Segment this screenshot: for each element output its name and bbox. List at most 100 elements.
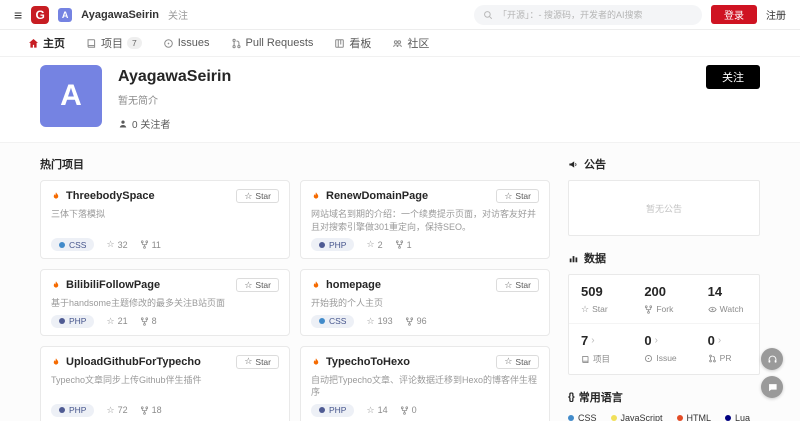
stat-prs[interactable]: 0› PR	[696, 323, 759, 374]
fork-count-value: 8	[152, 316, 157, 326]
stat-label-text: Fork	[656, 304, 673, 314]
fork-count[interactable]: 8	[140, 316, 157, 326]
register-link[interactable]: 注册	[766, 7, 786, 22]
project-name[interactable]: homepage	[326, 279, 491, 291]
tab-community[interactable]: 社区	[392, 35, 429, 51]
profile-header: A AyagawaSeirin 暂无简介 0 关注者 关注	[0, 57, 800, 142]
tab-home[interactable]: 主页	[28, 35, 65, 51]
tab-board[interactable]: 看板	[334, 35, 371, 51]
project-card[interactable]: TypechoToHexo ☆Star 自动把Typecho文章、评论数据迁移到…	[300, 346, 550, 421]
gitee-logo[interactable]: G	[31, 6, 49, 24]
search-input[interactable]	[498, 10, 693, 20]
star-button[interactable]: ☆Star	[496, 189, 539, 203]
project-name[interactable]: ThreebodySpace	[66, 190, 231, 202]
flame-icon	[51, 191, 61, 201]
language-label: PHP	[69, 316, 86, 326]
star-icon: ☆	[581, 305, 589, 314]
star-icon: ☆	[106, 240, 114, 249]
stats-title-text: 数据	[584, 250, 606, 266]
repo-icon	[86, 38, 97, 49]
language-item-label: JavaScript	[621, 413, 663, 421]
star-count[interactable]: ☆72	[106, 405, 127, 415]
support-float-button[interactable]	[761, 348, 783, 370]
project-cards-grid: ThreebodySpace ☆Star 三体下落模拟 CSS ☆32 11 R…	[40, 180, 550, 421]
tab-community-label: 社区	[407, 35, 429, 51]
fork-count[interactable]: 0	[400, 405, 417, 415]
issue-icon	[644, 354, 653, 363]
hamburger-menu-icon[interactable]: ≡	[14, 8, 22, 22]
star-count[interactable]: ☆2	[366, 240, 382, 250]
star-button[interactable]: ☆Star	[496, 355, 539, 369]
project-name[interactable]: BilibiliFollowPage	[66, 279, 231, 291]
project-card[interactable]: BilibiliFollowPage ☆Star 基于handsome主题修改的…	[40, 269, 290, 336]
star-icon: ☆	[244, 357, 252, 366]
breadcrumb-username[interactable]: AyagawaSeirin	[81, 9, 159, 21]
stat-projects[interactable]: 7› 项目	[569, 323, 632, 374]
star-icon: ☆	[106, 317, 114, 326]
login-button[interactable]: 登录	[711, 5, 757, 24]
project-description: 开始我的个人主页	[311, 297, 539, 310]
star-icon: ☆	[504, 192, 512, 201]
star-count[interactable]: ☆21	[106, 316, 127, 326]
project-description: 基于handsome主题修改的最多关注B站页面	[51, 297, 279, 310]
star-button[interactable]: ☆Star	[496, 278, 539, 292]
follow-button[interactable]: 关注	[706, 65, 760, 89]
tab-pull-requests[interactable]: Pull Requests	[231, 37, 314, 49]
fork-count-value: 18	[152, 405, 162, 415]
project-card[interactable]: homepage ☆Star 开始我的个人主页 CSS ☆193 96	[300, 269, 550, 336]
fork-count[interactable]: 96	[405, 316, 427, 326]
fork-icon	[644, 305, 653, 314]
issue-icon	[163, 38, 174, 49]
followers-count: 0 关注者	[132, 116, 170, 131]
language-item[interactable]: Lua	[725, 413, 750, 421]
star-icon: ☆	[106, 406, 114, 415]
fork-count[interactable]: 18	[140, 405, 162, 415]
project-name[interactable]: TypechoToHexo	[326, 356, 491, 368]
breadcrumb-avatar[interactable]: A	[58, 8, 72, 22]
languages-list: CSS JavaScript HTML Lua PHP	[568, 413, 760, 421]
search-icon	[483, 10, 493, 20]
topbar-follow-link[interactable]: 关注	[168, 7, 188, 22]
tab-projects[interactable]: 项目 7	[86, 35, 142, 51]
feedback-float-button[interactable]	[761, 376, 783, 398]
project-card[interactable]: ThreebodySpace ☆Star 三体下落模拟 CSS ☆32 11	[40, 180, 290, 259]
language-dot	[319, 318, 325, 324]
star-button[interactable]: ☆Star	[236, 189, 279, 203]
star-icon: ☆	[366, 240, 374, 249]
headset-icon	[767, 354, 778, 365]
avatar[interactable]: A	[40, 65, 102, 127]
project-card[interactable]: RenewDomainPage ☆Star 网站域名到期的介绍：一个续费提示页面…	[300, 180, 550, 259]
star-count[interactable]: ☆32	[106, 240, 127, 250]
tab-issues-label: Issues	[178, 37, 210, 49]
language-dot	[568, 415, 574, 421]
flame-icon	[311, 191, 321, 201]
search-box[interactable]	[474, 5, 702, 25]
stat-fork[interactable]: 200 Fork	[632, 275, 695, 323]
stat-star[interactable]: 509 ☆Star	[569, 275, 632, 323]
star-count[interactable]: ☆193	[366, 316, 392, 326]
fork-count[interactable]: 1	[395, 240, 412, 250]
language-item[interactable]: HTML	[677, 413, 712, 421]
language-item[interactable]: JavaScript	[611, 413, 663, 421]
sidebar: 公告 暂无公告 数据 509 ☆Star 200 Fork 14 Watch 7…	[568, 147, 760, 421]
language-item[interactable]: CSS	[568, 413, 597, 421]
star-button[interactable]: ☆Star	[236, 355, 279, 369]
pull-request-icon	[708, 354, 717, 363]
fork-count[interactable]: 11	[140, 240, 161, 250]
star-count[interactable]: ☆14	[366, 405, 387, 415]
project-description: Typecho文章同步上传Github伴生插件	[51, 374, 279, 387]
stat-issues[interactable]: 0› Issue	[632, 323, 695, 374]
tab-issues[interactable]: Issues	[163, 37, 210, 49]
tab-pull-requests-label: Pull Requests	[246, 37, 314, 49]
project-name[interactable]: RenewDomainPage	[326, 190, 491, 202]
stat-label-text: Watch	[720, 304, 744, 314]
star-button[interactable]: ☆Star	[236, 278, 279, 292]
followers-row[interactable]: 0 关注者	[118, 116, 231, 131]
project-card[interactable]: UploadGithubForTypecho ☆Star Typecho文章同步…	[40, 346, 290, 421]
project-name[interactable]: UploadGithubForTypecho	[66, 356, 231, 368]
stat-watch[interactable]: 14 Watch	[696, 275, 759, 323]
language-badge: PHP	[311, 404, 354, 417]
languages-title: {} 常用语言	[568, 389, 760, 405]
bar-chart-icon	[568, 253, 579, 264]
language-item-label: Lua	[735, 413, 750, 421]
